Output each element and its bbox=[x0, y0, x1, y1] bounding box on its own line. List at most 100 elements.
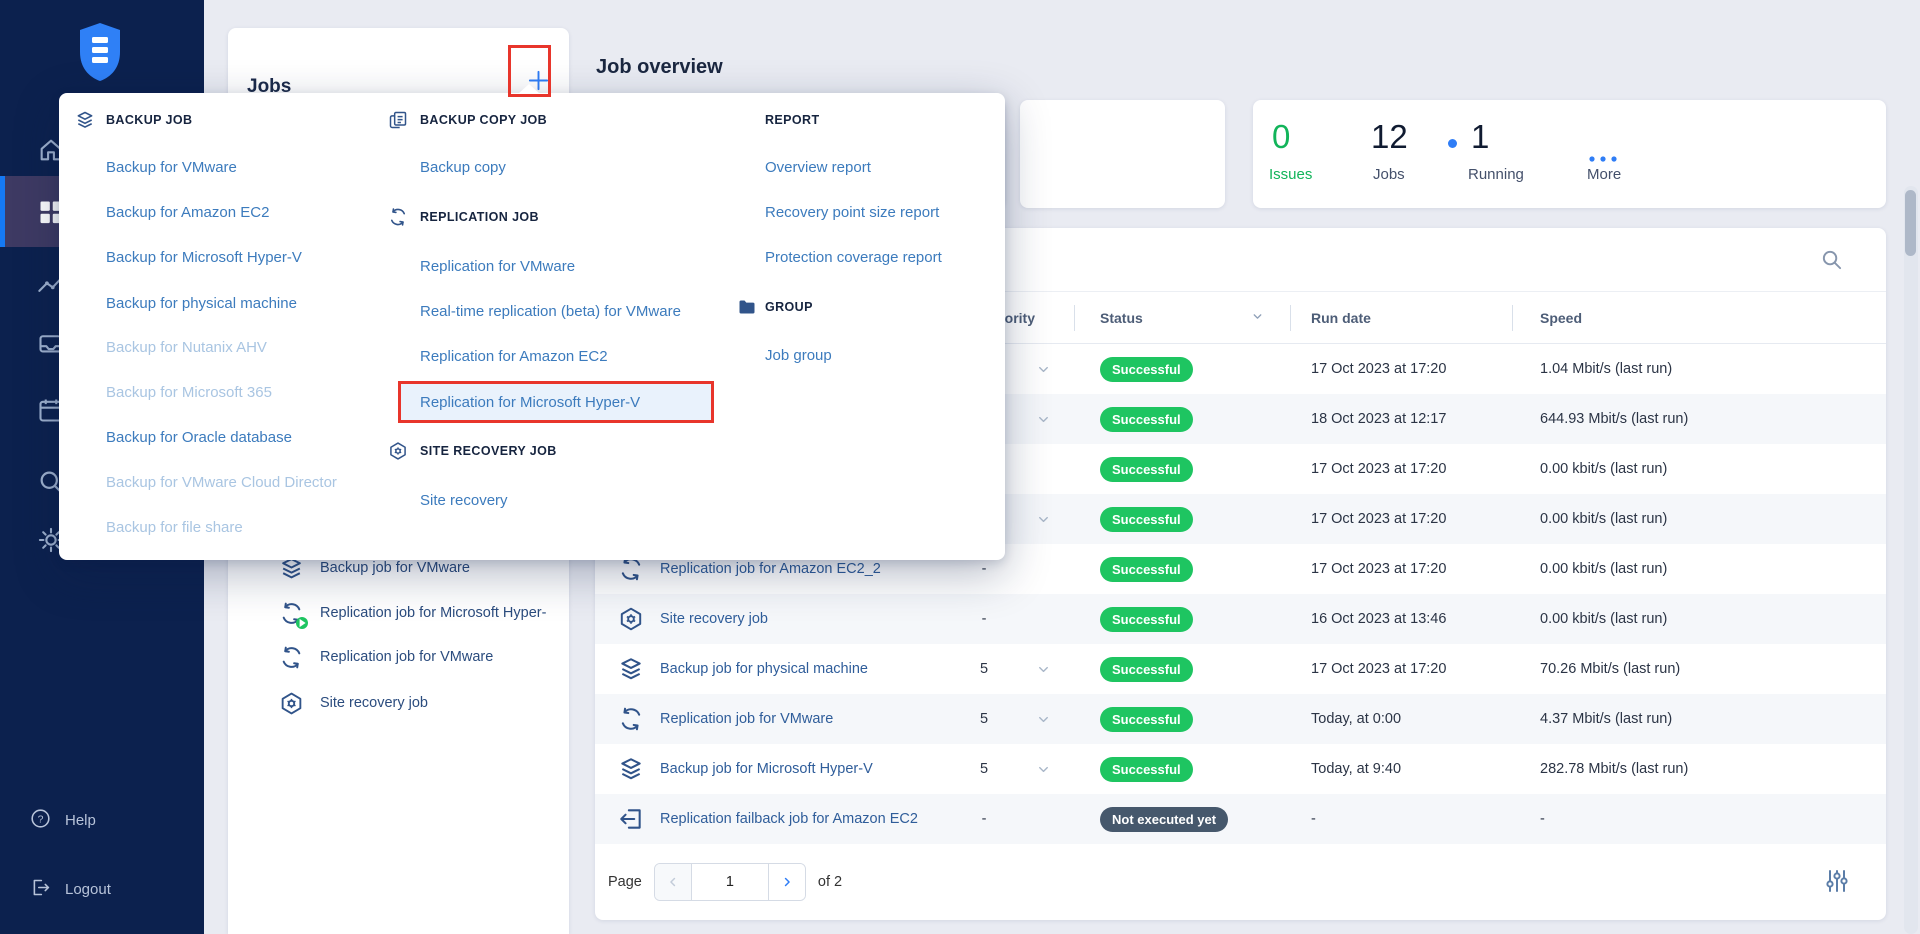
job-name-link[interactable]: Replication failback job for Amazon EC2 bbox=[660, 811, 956, 827]
menu-item[interactable]: Backup copy bbox=[420, 157, 506, 179]
menu-item[interactable]: Protection coverage report bbox=[765, 247, 942, 269]
page-total-label: of 2 bbox=[817, 873, 843, 890]
row-expander-chevron-down-icon[interactable] bbox=[1012, 512, 1074, 527]
sidebar-item-logout[interactable]: Logout bbox=[30, 877, 111, 901]
next-page-button[interactable] bbox=[768, 863, 805, 900]
jobs-panel-item-label: Replication job for VMware bbox=[320, 649, 494, 665]
stat-value-issues: 0 bbox=[1272, 118, 1291, 155]
stat-label-issues: Issues bbox=[1269, 166, 1313, 183]
running-indicator-dot bbox=[1448, 139, 1457, 148]
menu-item-highlighted[interactable]: Replication for Microsoft Hyper-V bbox=[398, 381, 714, 423]
replication-icon bbox=[279, 601, 308, 629]
replication-icon bbox=[388, 207, 408, 227]
row-expander-chevron-down-icon[interactable] bbox=[1012, 662, 1074, 677]
sidebar-item-help[interactable]: ? Help bbox=[30, 808, 96, 832]
row-expander-chevron-down-icon[interactable] bbox=[1012, 412, 1074, 427]
jobs-panel-item[interactable]: Replication job for Microsoft Hyper- bbox=[279, 598, 547, 629]
column-header-speed[interactable]: Speed bbox=[1512, 292, 1886, 343]
menu-item[interactable]: Site recovery bbox=[420, 490, 508, 512]
job-name-link[interactable]: Replication job for Amazon EC2_2 bbox=[660, 561, 956, 577]
table-settings-sliders-icon[interactable] bbox=[1824, 868, 1850, 894]
menu-item[interactable]: Replication for Amazon EC2 bbox=[420, 346, 608, 368]
cell-run-date: 17 Oct 2023 at 17:20 bbox=[1311, 661, 1447, 677]
stat-value-running: 1 bbox=[1471, 118, 1490, 155]
job-name-link[interactable]: Replication job for VMware bbox=[660, 711, 956, 727]
cell-job-name: Backup job for Microsoft Hyper-V 5 bbox=[595, 756, 1074, 782]
cell-speed: 70.26 Mbit/s (last run) bbox=[1540, 661, 1681, 677]
menu-item[interactable]: Replication for VMware bbox=[420, 256, 575, 278]
menu-item[interactable]: Backup for Oracle database bbox=[106, 427, 292, 449]
menu-item[interactable]: Backup for Microsoft 365 bbox=[106, 382, 272, 404]
cell-speed: 282.78 Mbit/s (last run) bbox=[1540, 761, 1689, 777]
column-header-status[interactable]: Status bbox=[1074, 292, 1290, 343]
table-footer: Page 1 of 2 bbox=[595, 844, 1886, 919]
replication-icon bbox=[279, 645, 304, 670]
svg-text:?: ? bbox=[38, 813, 44, 825]
status-badge: Successful bbox=[1100, 356, 1193, 382]
cell-run-date: 17 Oct 2023 at 17:20 bbox=[1311, 511, 1447, 527]
status-filter-chevron-down-icon[interactable] bbox=[1251, 310, 1264, 326]
menu-item[interactable]: Backup for VMware bbox=[106, 157, 237, 179]
jobs-panel-item[interactable]: Site recovery job bbox=[279, 688, 428, 718]
cell-status: Successful bbox=[1074, 706, 1290, 732]
row-expander-chevron-down-icon[interactable] bbox=[1012, 762, 1074, 777]
cell-priority: - bbox=[981, 611, 987, 627]
cell-speed: 4.37 Mbit/s (last run) bbox=[1540, 711, 1673, 727]
menu-item[interactable]: Backup for file share bbox=[106, 517, 243, 539]
menu-item[interactable]: Backup for Microsoft Hyper-V bbox=[106, 247, 302, 269]
cell-status: Successful bbox=[1074, 456, 1290, 482]
menu-item[interactable]: Backup for Amazon EC2 bbox=[106, 202, 269, 224]
stat-value-jobs: 12 bbox=[1371, 118, 1408, 155]
menu-section-title: GROUP bbox=[765, 300, 813, 314]
jobs-panel-item[interactable]: Replication job for VMware bbox=[279, 642, 493, 672]
cell-run-date: 17 Oct 2023 at 17:20 bbox=[1311, 561, 1447, 577]
cell-job-name: Backup job for physical machine 5 bbox=[595, 656, 1074, 682]
dropdown-caret bbox=[518, 84, 540, 94]
backup-icon bbox=[618, 756, 644, 782]
job-name-link[interactable]: Backup job for physical machine bbox=[660, 661, 956, 677]
stat-label-more[interactable]: More bbox=[1587, 166, 1621, 183]
cell-status: Successful bbox=[1074, 556, 1290, 582]
cell-status: Successful bbox=[1074, 656, 1290, 682]
row-expander-chevron-down-icon[interactable] bbox=[1012, 362, 1074, 377]
cell-status: Successful bbox=[1074, 406, 1290, 432]
cell-status: Successful bbox=[1074, 506, 1290, 532]
pager: 1 bbox=[653, 862, 806, 901]
status-badge: Not executed yet bbox=[1100, 806, 1229, 832]
menu-item[interactable]: Recovery point size report bbox=[765, 202, 939, 224]
page-number-input[interactable]: 1 bbox=[690, 863, 769, 900]
page-title: Job overview bbox=[596, 56, 723, 78]
app-window: ? Help Logout Jobs Backup job for VMware… bbox=[0, 0, 1920, 934]
search-icon[interactable] bbox=[1820, 248, 1843, 271]
cell-job-name: Replication job for VMware 5 bbox=[595, 706, 1074, 732]
jobs-panel-item-label: Site recovery job bbox=[320, 695, 428, 711]
cell-job-name: Replication failback job for Amazon EC2 - bbox=[595, 806, 1074, 832]
scrollbar-track[interactable] bbox=[1904, 186, 1918, 934]
sidebar-selected-bar bbox=[0, 176, 5, 247]
menu-item[interactable]: Backup for Nutanix AHV bbox=[106, 337, 267, 359]
menu-item[interactable]: Backup for VMware Cloud Director bbox=[106, 472, 337, 494]
menu-item[interactable]: Backup for physical machine bbox=[106, 293, 297, 315]
cell-job-name: Site recovery job - bbox=[595, 606, 1074, 632]
menu-section-title: REPORT bbox=[765, 113, 820, 127]
add-job-dropdown-menu: BACKUP JOB Backup for VMware Backup for Am… bbox=[59, 84, 1005, 560]
stat-label-jobs: Jobs bbox=[1373, 166, 1405, 183]
previous-page-button[interactable] bbox=[654, 863, 691, 900]
menu-item[interactable]: Overview report bbox=[765, 157, 871, 179]
logout-icon bbox=[30, 877, 51, 902]
stats-card: 0 Issues 12 Jobs 1 Running More bbox=[1253, 100, 1886, 208]
row-expander-chevron-down-icon[interactable] bbox=[1012, 712, 1074, 727]
cell-speed: 1.04 Mbit/s (last run) bbox=[1540, 361, 1673, 377]
menu-item[interactable]: Job group bbox=[765, 345, 832, 367]
column-header-run-date[interactable]: Run date bbox=[1290, 292, 1512, 343]
jobs-panel-item-label: Replication job for Microsoft Hyper- bbox=[320, 605, 547, 621]
scrollbar-thumb[interactable] bbox=[1905, 190, 1916, 256]
cell-status: Successful bbox=[1074, 756, 1290, 782]
status-badge: Successful bbox=[1100, 606, 1193, 632]
menu-section-title: BACKUP JOB bbox=[106, 113, 193, 127]
job-name-link[interactable]: Backup job for Microsoft Hyper-V bbox=[660, 761, 956, 777]
job-name-link[interactable]: Site recovery job bbox=[660, 611, 956, 627]
menu-item[interactable]: Real-time replication (beta) for VMware bbox=[420, 301, 681, 323]
cell-run-date: 18 Oct 2023 at 12:17 bbox=[1311, 411, 1447, 427]
stat-label-running: Running bbox=[1468, 166, 1524, 183]
